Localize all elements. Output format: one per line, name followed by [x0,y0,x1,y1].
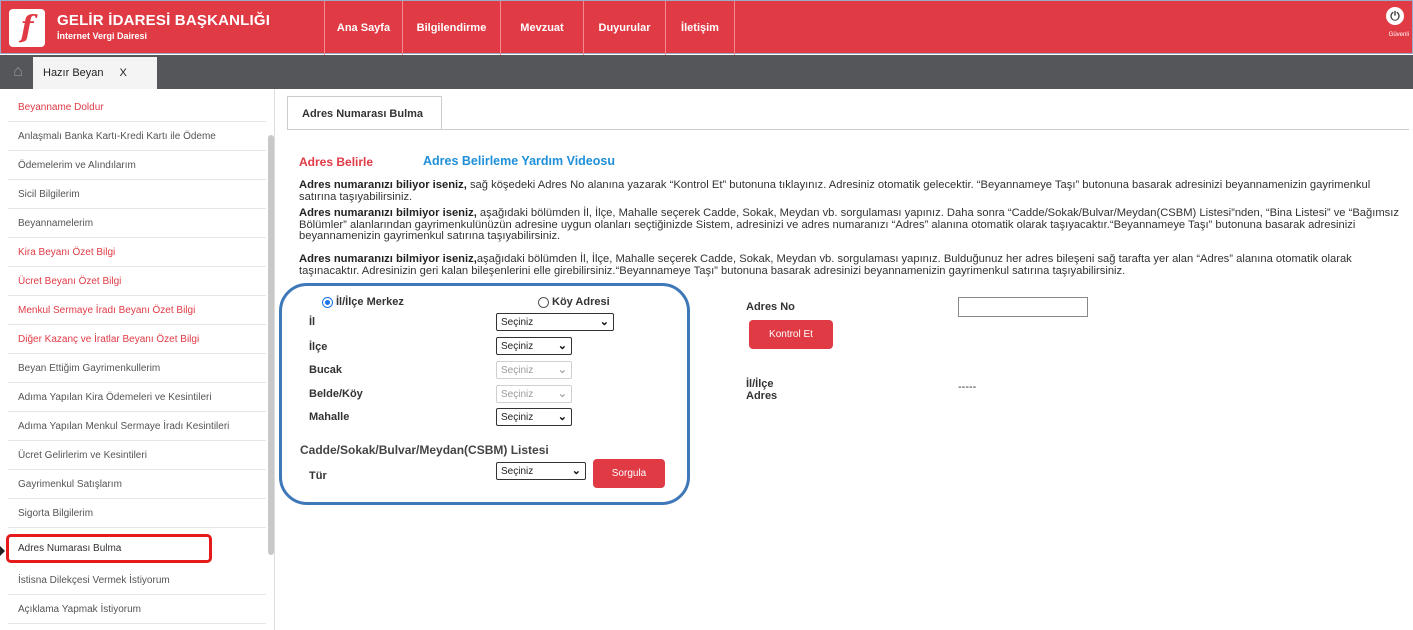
sidebar-item-diger-kazanc[interactable]: Diğer Kazanç ve İratlar Beyanı Özet Bilg… [8,325,266,354]
sidebar-item-sigorta-bilgilerim[interactable]: Sigorta Bilgilerim [8,499,266,528]
top-header: f GELİR İDARESİ BAŞKANLIĞI İnternet Verg… [0,0,1413,55]
logo-letter: f [20,10,34,45]
instruction-paragraph-2: Adres numaranızı bilmiyor iseniz, aşağıd… [299,207,1409,243]
tab-adres-numarasi-bulma[interactable]: Adres Numarası Bulma [287,96,442,130]
adres-no-label: Adres No [746,301,795,313]
radio-il-ilce-merkez[interactable]: İl/İlçe Merkez [322,296,404,308]
sidebar-item-aciklama[interactable]: Açıklama Yapmak İstiyorum [8,595,266,624]
chevron-down-icon: ⌄ [557,411,567,423]
tur-select-value: Seçiniz [501,465,534,477]
brand-title: GELİR İDARESİ BAŞKANLIĞI [57,12,271,29]
brand-subtitle: İnternet Vergi Dairesi [57,31,148,41]
radio-koy-adresi[interactable]: Köy Adresi [538,296,610,308]
sidebar-item-gayrimenkul-satislari[interactable]: Gayrimenkul Satışlarım [8,470,266,499]
bucak-label: Bucak [309,364,343,376]
mahalle-label: Mahalle [309,411,350,423]
belde-koy-select-value: Seçiniz [501,388,534,400]
nav-duyurular[interactable]: Duyurular [583,1,665,55]
instruction-1-bold: Adres numaranızı biliyor iseniz, [299,179,467,191]
il-ilce-result-value: ----- [958,381,977,393]
radio-unselected-icon [538,296,549,308]
home-icon[interactable]: ⌂ [7,55,29,89]
il-select[interactable]: Seçiniz ⌄ [496,313,614,331]
il-label: İl [309,316,316,328]
adres-result-label: Adres [746,390,778,402]
tab-divider [287,129,1409,130]
instruction-paragraph-1: Adres numaranızı biliyor iseniz, sağ köş… [299,179,1409,203]
instruction-3-bold: Adres numaranızı bilmiyor iseniz, [299,253,477,265]
selection-pointer-icon [0,546,5,556]
section-title: Adres Belirle [299,155,374,169]
chevron-down-icon: ⌄ [557,364,567,376]
power-label: Güvenli [1388,32,1409,38]
sidebar-item-beyanname-doldur[interactable]: Beyanname Doldur [8,93,266,122]
tur-label: Tür [309,470,327,482]
sidebar-item-kira-beyani[interactable]: Kira Beyanı Özet Bilgi [8,238,266,267]
bucak-select[interactable]: Seçiniz ⌄ [496,361,572,379]
nav-bilgilendirme[interactable]: Bilgilendirme [402,1,500,55]
gib-logo[interactable]: f [9,9,45,47]
sidebar-item-istisna-dilekcesi[interactable]: İstisna Dilekçesi Vermek İstiyorum [8,566,266,595]
nav-iletisim[interactable]: İletişim [665,1,735,55]
csbm-list-title: Cadde/Sokak/Bulvar/Meydan(CSBM) Listesi [300,443,549,457]
mahalle-select-value: Seçiniz [501,411,534,423]
nav-mevzuat[interactable]: Mevzuat [500,1,583,55]
sidebar-item-ucret-beyani[interactable]: Ücret Beyanı Özet Bilgi [8,267,266,296]
chevron-down-icon: ⌄ [557,340,567,352]
ilce-select[interactable]: Seçiniz ⌄ [496,337,572,355]
chevron-down-icon: ⌄ [599,316,609,328]
power-icon[interactable]: ⏻ [1386,7,1404,25]
tab-hazir-beyan-label: Hazır Beyan [43,67,104,79]
il-select-value: Seçiniz [501,316,534,328]
sidebar-item-banka-karti-odeme[interactable]: Anlaşmalı Banka Kartı-Kredi Kartı ile Öd… [8,122,266,151]
radio-koy-adresi-label: Köy Adresi [552,296,610,308]
mahalle-select[interactable]: Seçiniz ⌄ [496,408,572,426]
sidebar-item-sicil-bilgilerim[interactable]: Sicil Bilgilerim [8,180,266,209]
sidebar-item-adres-numarasi-bulma[interactable]: Adres Numarası Bulma [6,534,212,563]
sidebar-item-odemelerim[interactable]: Ödemelerim ve Alındılarım [8,151,266,180]
tab-bar: ⌂ Hazır Beyan X [0,55,1413,89]
ilce-label: İlçe [309,341,328,353]
instruction-paragraph-3: Adres numaranızı bilmiyor iseniz,aşağıda… [299,253,1409,277]
tab-hazir-beyan[interactable]: Hazır Beyan X [33,57,157,89]
bucak-select-value: Seçiniz [501,364,534,376]
belde-koy-select[interactable]: Seçiniz ⌄ [496,385,572,403]
sidebar-item-kira-odemeleri[interactable]: Adıma Yapılan Kira Ödemeleri ve Kesintil… [8,383,266,412]
sidebar-item-menkul-kesintiler[interactable]: Adıma Yapılan Menkul Sermaye İradı Kesin… [8,412,266,441]
radio-il-ilce-merkez-label: İl/İlçe Merkez [336,296,404,308]
sidebar-menu: Beyanname Doldur Anlaşmalı Banka Kartı-K… [0,89,275,630]
help-video-link[interactable]: Adres Belirleme Yardım Videosu [423,154,615,168]
nav-ana-sayfa[interactable]: Ana Sayfa [324,1,402,55]
top-nav: Ana Sayfa Bilgilendirme Mevzuat Duyurula… [324,1,735,55]
radio-selected-icon [322,296,333,308]
il-ilce-result-label: İl/İlçe [746,378,774,390]
sidebar-item-ucret-gelirlerim[interactable]: Ücret Gelirlerim ve Kesintileri [8,441,266,470]
tab-close-icon[interactable]: X [120,67,127,79]
sidebar-item-gayrimenkullerim[interactable]: Beyan Ettiğim Gayrimenkullerim [8,354,266,383]
adres-no-input[interactable] [958,297,1088,317]
chevron-down-icon: ⌄ [571,465,581,477]
chevron-down-icon: ⌄ [557,388,567,400]
tur-select[interactable]: Seçiniz ⌄ [496,462,586,480]
kontrol-et-button[interactable]: Kontrol Et [749,320,833,349]
ilce-select-value: Seçiniz [501,340,534,352]
sidebar-item-menkul-sermaye[interactable]: Menkul Sermaye İradı Beyanı Özet Bilgi [8,296,266,325]
sidebar-scrollbar[interactable] [268,135,274,555]
belde-koy-label: Belde/Köy [309,388,363,400]
sorgula-button[interactable]: Sorgula [593,459,665,488]
instruction-2-bold: Adres numaranızı bilmiyor iseniz, [299,207,477,219]
sidebar-item-beyannamelerim[interactable]: Beyannamelerim [8,209,266,238]
